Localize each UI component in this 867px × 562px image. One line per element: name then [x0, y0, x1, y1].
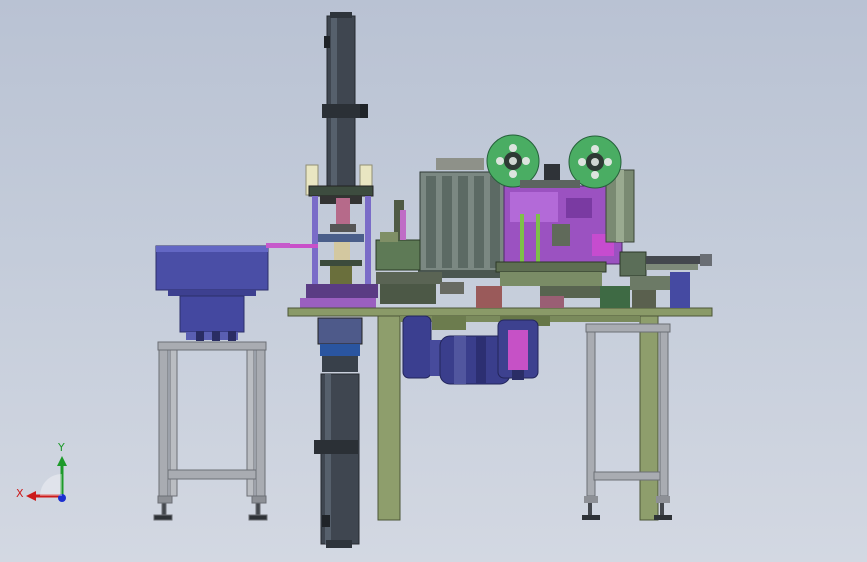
cad-viewport[interactable]: X Y: [0, 0, 867, 562]
press-station: [290, 164, 378, 308]
tape-reel-left: [486, 134, 540, 188]
lower-column-block: [317, 317, 363, 372]
coordinate-triad: X Y: [12, 440, 82, 510]
output-conveyor: [619, 251, 712, 308]
left-stand: [153, 341, 268, 521]
assembly-model[interactable]: [0, 0, 867, 562]
drive-motor: [402, 315, 539, 385]
index-rail: [495, 261, 630, 308]
axis-y-label: Y: [58, 441, 65, 454]
axis-x-label: X: [16, 487, 24, 500]
vibratory-bowl: [155, 243, 290, 341]
